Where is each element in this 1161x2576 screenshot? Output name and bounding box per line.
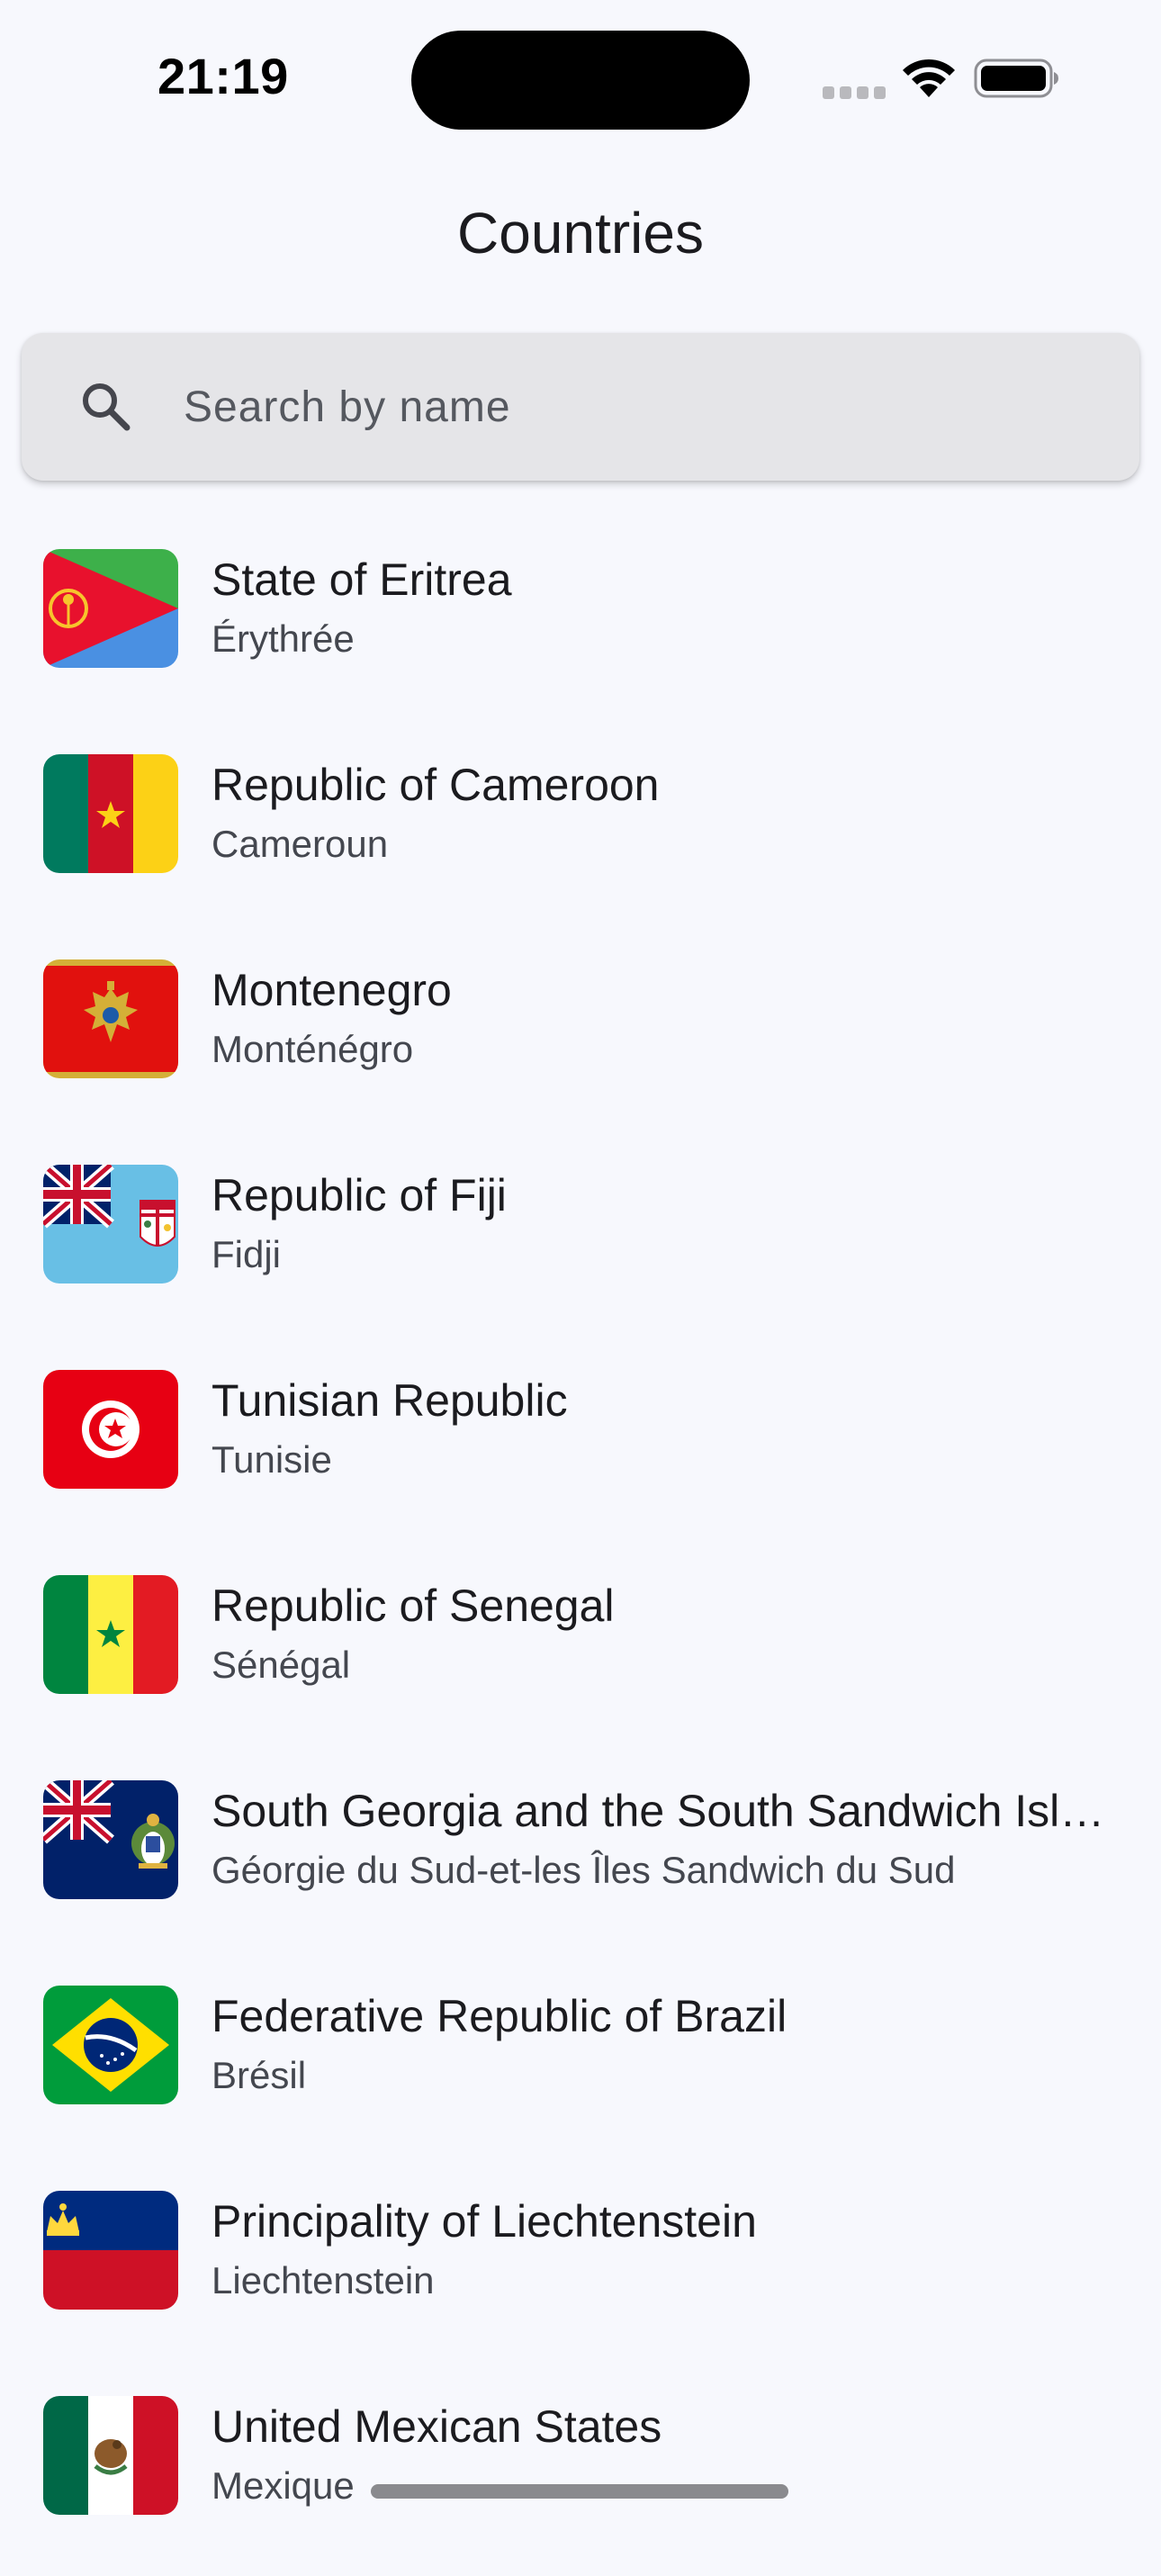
south-georgia-flag-icon xyxy=(43,1780,178,1899)
country-list: State of Eritrea Érythrée Republic of Ca… xyxy=(0,524,1161,2576)
country-list-item[interactable]: South Georgia and the South Sandwich Isl… xyxy=(0,1755,1161,1960)
country-list-item[interactable]: Principality of Liechtenstein Liechtenst… xyxy=(0,2166,1161,2371)
country-native-name: Brésil xyxy=(212,2054,307,2096)
status-time: 21:19 xyxy=(158,48,289,104)
country-official-name: Republic of Cameroon xyxy=(212,760,660,810)
country-official-name: United Mexican States xyxy=(212,2401,662,2452)
country-native-name: Fidji xyxy=(212,1233,282,1275)
cellular-signal-icon xyxy=(823,86,886,99)
fiji-flag-icon xyxy=(43,1165,178,1283)
dynamic-island xyxy=(411,31,750,130)
country-official-name: Montenegro xyxy=(212,965,452,1015)
home-indicator[interactable] xyxy=(371,2484,788,2499)
search-bar[interactable] xyxy=(22,333,1139,481)
montenegro-flag-icon xyxy=(43,959,178,1078)
country-native-name: Cameroun xyxy=(212,823,389,865)
country-native-name: Tunisie xyxy=(212,1438,332,1481)
search-icon xyxy=(83,383,130,431)
liechtenstein-flag-icon xyxy=(43,2191,178,2310)
country-list-item[interactable]: Republic of Fiji Fidji xyxy=(0,1139,1161,1345)
cameroon-flag-icon xyxy=(43,754,178,873)
country-official-name: Tunisian Republic xyxy=(212,1375,568,1426)
country-native-name: Érythrée xyxy=(212,617,355,660)
country-official-name: South Georgia and the South Sandwich Isl… xyxy=(212,1786,1120,1836)
brazil-flag-icon xyxy=(43,1986,178,2104)
country-list-item[interactable]: State of Eritrea Érythrée xyxy=(0,524,1161,729)
country-list-item[interactable]: Federative Republic of Brazil Brésil xyxy=(0,1960,1161,2166)
country-official-name: Principality of Liechtenstein xyxy=(212,2196,757,2247)
country-list-item[interactable]: Republic of Senegal Sénégal xyxy=(0,1550,1161,1755)
eritrea-flag-icon xyxy=(43,549,178,668)
country-native-name: Géorgie du Sud-et-les Îles Sandwich du S… xyxy=(212,1849,956,1891)
country-list-item[interactable]: Republic of Cameroon Cameroun xyxy=(0,729,1161,934)
country-list-item[interactable]: Tunisian Republic Tunisie xyxy=(0,1345,1161,1550)
battery-icon xyxy=(974,59,1058,98)
country-list-item[interactable]: United Mexican States Mexique xyxy=(0,2371,1161,2576)
country-official-name: Republic of Senegal xyxy=(212,1581,615,1631)
mexico-flag-icon xyxy=(43,2396,178,2515)
country-native-name: Liechtenstein xyxy=(212,2259,435,2301)
wifi-icon xyxy=(903,59,955,97)
country-official-name: Federative Republic of Brazil xyxy=(212,1991,788,2041)
country-list-item[interactable]: Montenegro Monténégro xyxy=(0,934,1161,1139)
tunisia-flag-icon xyxy=(43,1370,178,1489)
country-official-name: Republic of Fiji xyxy=(212,1170,507,1220)
country-official-name: State of Eritrea xyxy=(212,554,512,605)
senegal-flag-icon xyxy=(43,1575,178,1694)
search-input[interactable] xyxy=(184,369,1102,445)
country-native-name: Monténégro xyxy=(212,1028,414,1070)
country-native-name: Sénégal xyxy=(212,1644,351,1686)
status-bar: 21:19 xyxy=(0,0,1161,153)
page-title: Countries xyxy=(457,201,704,266)
